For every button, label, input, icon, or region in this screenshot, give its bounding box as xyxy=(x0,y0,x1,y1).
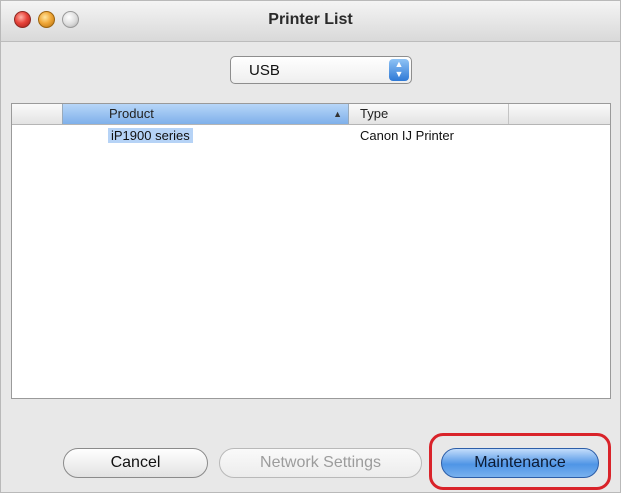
connection-type-select[interactable]: USB ▲ ▼ xyxy=(230,56,412,84)
column-header-product[interactable]: Product ▲ xyxy=(62,104,349,124)
select-arrows-icon[interactable]: ▲ ▼ xyxy=(389,59,409,81)
network-settings-button[interactable]: Network Settings xyxy=(219,448,422,478)
printer-list-window: Printer List USB ▲ ▼ Product ▲ Type iP190… xyxy=(0,0,621,493)
table-row[interactable]: iP1900 series Canon IJ Printer xyxy=(12,125,610,147)
window-title: Printer List xyxy=(268,11,353,28)
highlight-annotation xyxy=(429,433,611,490)
cancel-button[interactable]: Cancel xyxy=(63,448,208,478)
printer-list-table[interactable]: Product ▲ Type iP1900 series Canon IJ Pr… xyxy=(11,103,611,399)
row-product-cell: iP1900 series xyxy=(108,128,193,143)
sort-ascending-icon: ▲ xyxy=(333,109,342,119)
table-header: Product ▲ Type xyxy=(12,104,610,125)
row-type-cell: Canon IJ Printer xyxy=(360,128,454,143)
column-header-type[interactable]: Type xyxy=(349,104,509,124)
title-bar[interactable]: Printer List xyxy=(1,1,620,42)
connection-type-value: USB xyxy=(249,62,280,79)
column-header-product-label: Product xyxy=(109,106,154,121)
column-header-type-label: Type xyxy=(360,106,389,121)
